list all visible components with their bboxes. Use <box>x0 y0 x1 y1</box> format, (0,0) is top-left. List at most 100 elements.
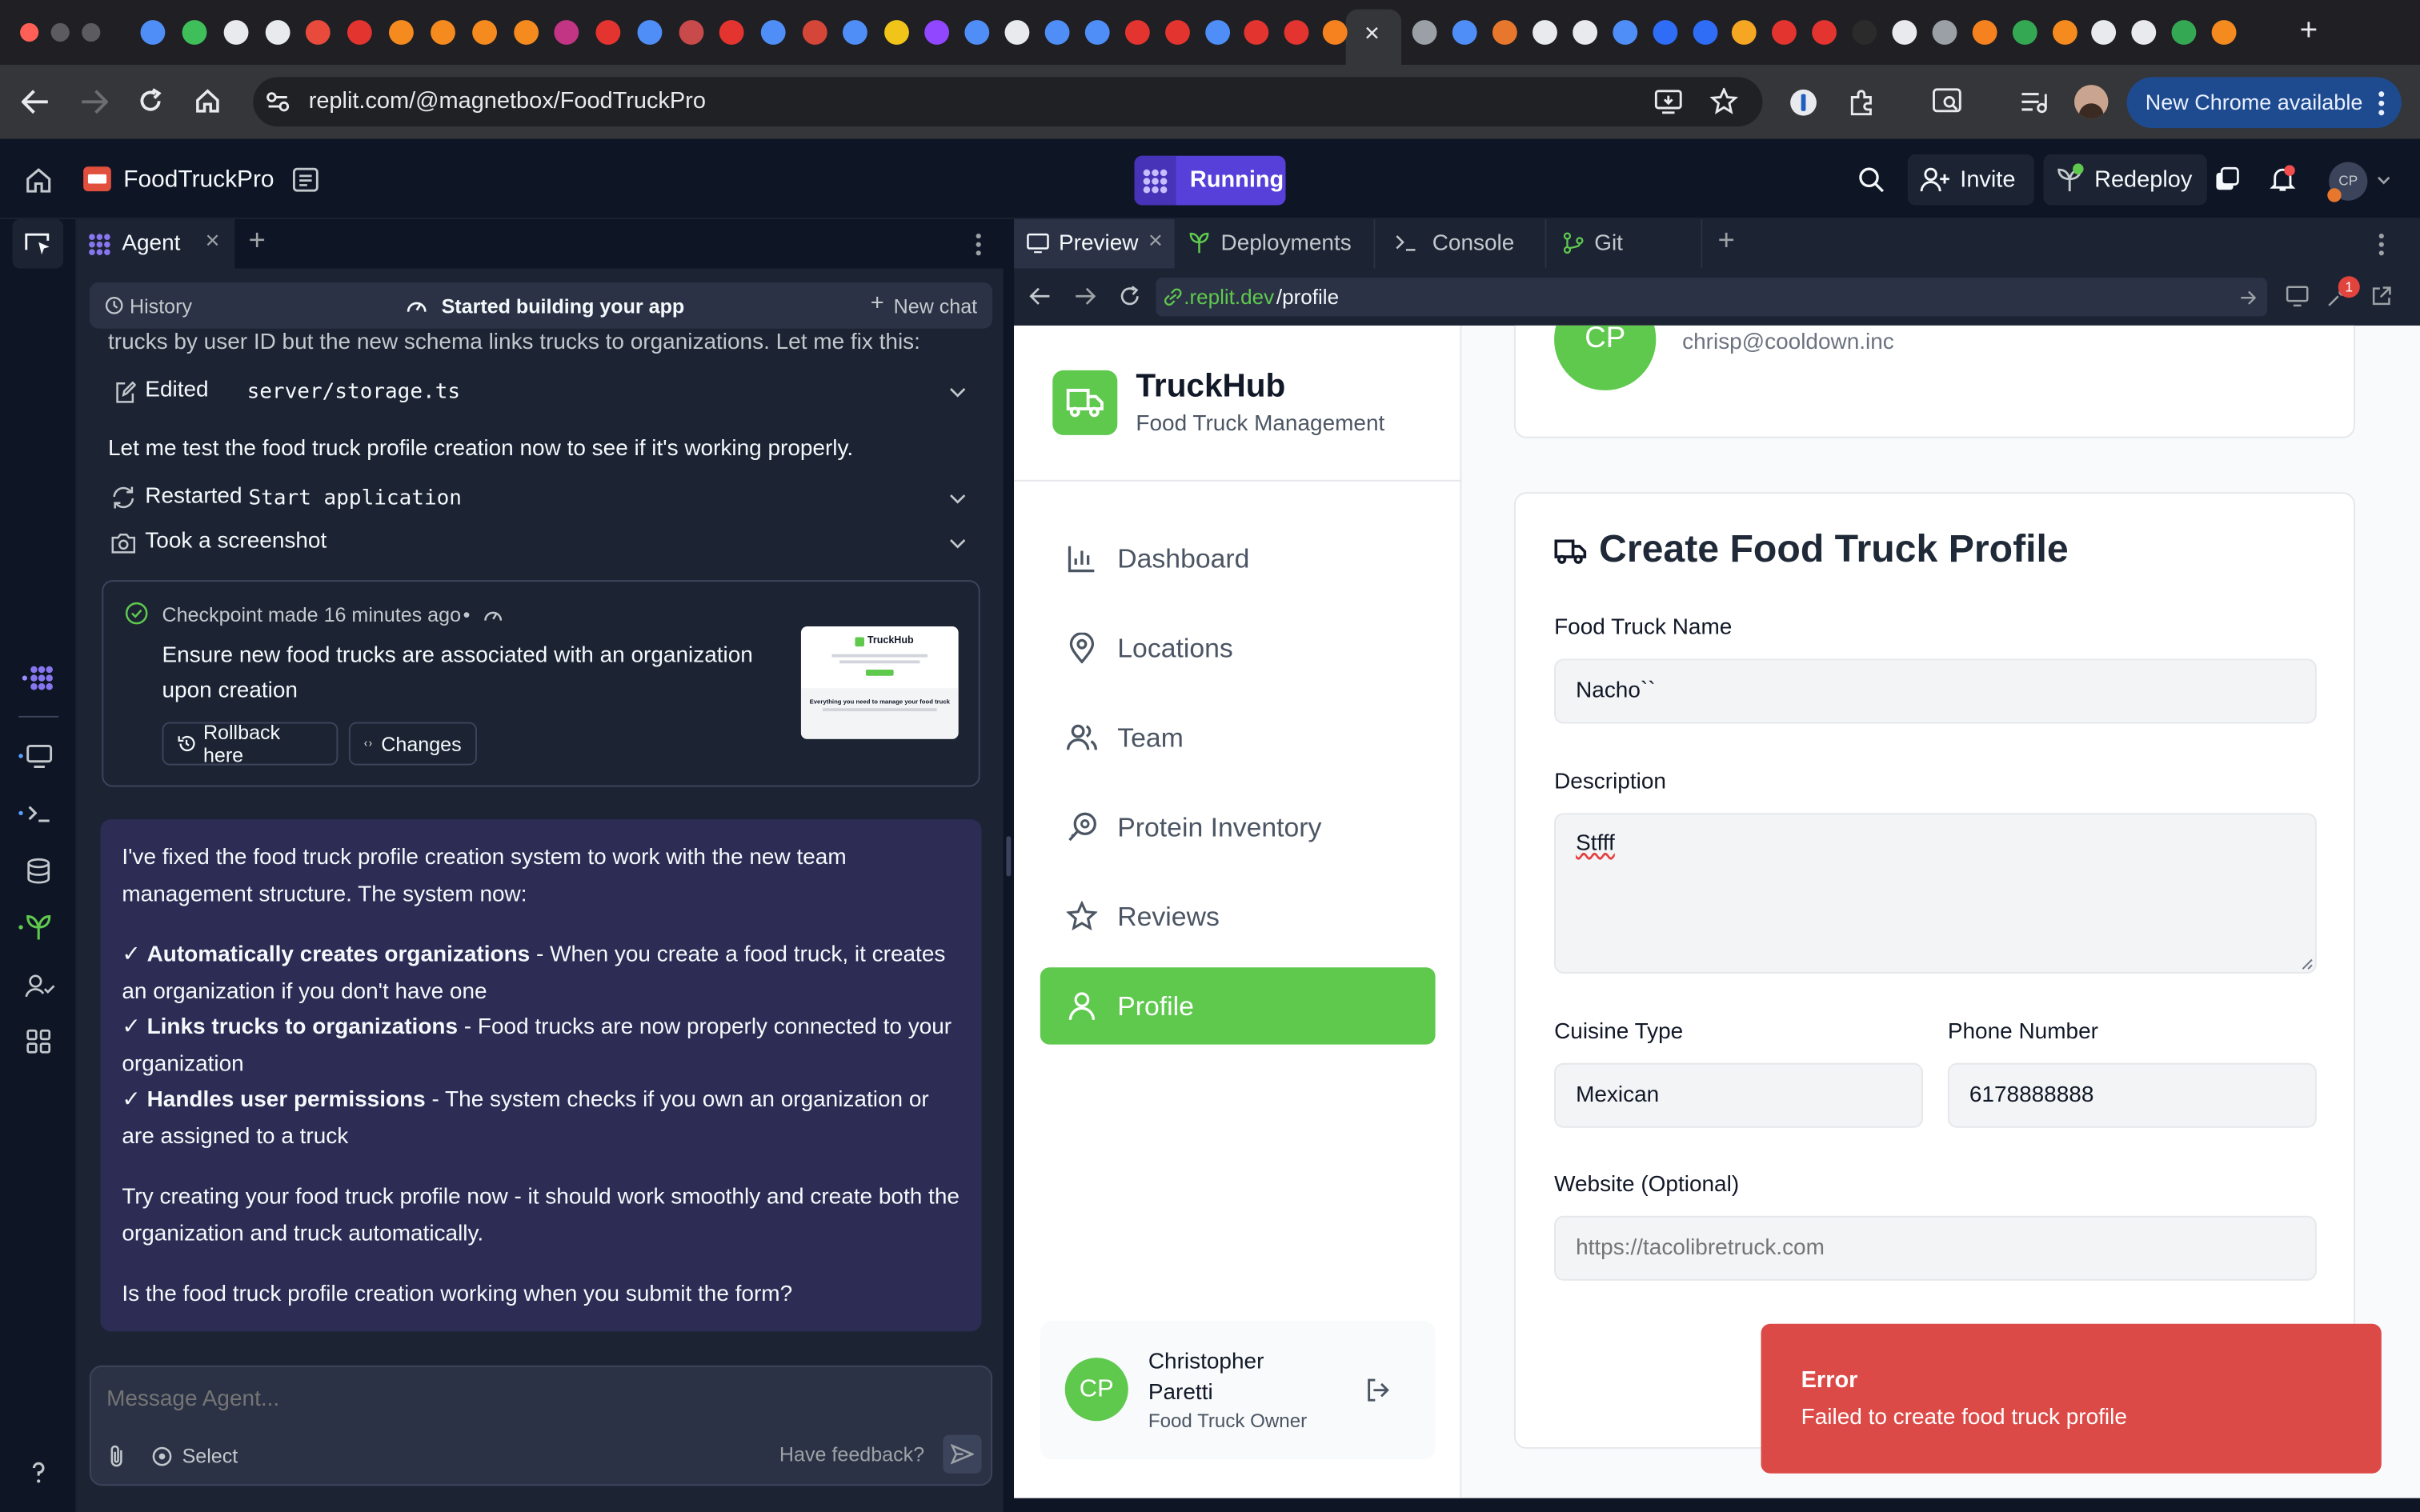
browser-tab-favicon[interactable] <box>265 20 290 45</box>
browser-tab-favicon[interactable] <box>1812 20 1837 45</box>
browser-tab-favicon[interactable] <box>554 20 579 45</box>
sidebar-item-protein-inventory[interactable]: Protein Inventory <box>1040 788 1436 865</box>
browser-tab-favicon[interactable] <box>1573 20 1598 45</box>
resize-handle-icon[interactable] <box>2301 958 2313 970</box>
browser-tab-favicon[interactable] <box>1533 20 1557 45</box>
all-tools-rail-icon[interactable] <box>26 1029 51 1054</box>
home-icon[interactable] <box>194 88 221 114</box>
attach-icon[interactable] <box>108 1444 125 1469</box>
run-status-button[interactable]: Running <box>1134 155 1286 206</box>
browser-tab-favicon[interactable] <box>1653 20 1678 45</box>
file-tree-icon[interactable] <box>291 166 319 193</box>
tab-preview[interactable]: Preview × <box>1014 218 1175 269</box>
preview-back-icon[interactable] <box>1029 287 1051 306</box>
site-info-icon[interactable] <box>266 90 290 114</box>
window-minimize-button[interactable] <box>50 22 70 42</box>
chrome-menu-icon[interactable] <box>2378 91 2385 116</box>
browser-tab-favicon[interactable] <box>637 20 663 45</box>
chevron-down-icon[interactable] <box>2377 176 2390 186</box>
deployments-rail-icon[interactable] <box>18 914 52 942</box>
browser-tab-favicon[interactable] <box>1084 20 1110 45</box>
browser-tab-favicon[interactable] <box>472 20 497 45</box>
invite-button[interactable]: Invite <box>1907 154 2034 206</box>
add-pane-tab-icon[interactable]: + <box>1717 226 1734 259</box>
console-rail-icon[interactable] <box>18 802 52 824</box>
browser-tab-favicon[interactable] <box>2131 20 2157 45</box>
new-chrome-available-button[interactable]: New Chrome available <box>2126 77 2402 129</box>
window-zoom-button[interactable] <box>82 22 101 42</box>
profile-avatar[interactable] <box>2073 85 2109 119</box>
description-textarea[interactable]: Stfff <box>1554 813 2317 974</box>
website-input[interactable] <box>1554 1215 2317 1281</box>
checkpoint-thumbnail[interactable]: TruckHub Everything you need to manage y… <box>800 626 959 739</box>
feedback-link[interactable]: Have feedback? <box>779 1442 924 1466</box>
browser-tab-favicon[interactable] <box>1244 20 1269 45</box>
address-bar[interactable]: replit.com/@magnetbox/FoodTruckPro <box>253 77 1763 127</box>
panel-resizer[interactable] <box>1003 218 1015 1512</box>
app-brand[interactable]: TruckHub <box>1136 369 1285 406</box>
browser-tab-favicon[interactable] <box>1693 20 1718 45</box>
agent-rail-icon[interactable] <box>22 665 54 691</box>
browser-tab-favicon[interactable] <box>2052 20 2077 45</box>
screenshot-row[interactable]: Took a screenshot <box>108 526 980 560</box>
browser-tab-favicon[interactable] <box>842 20 867 45</box>
close-tab-icon[interactable]: × <box>1364 18 1380 50</box>
expand-chevron-icon[interactable] <box>949 387 966 398</box>
message-input[interactable] <box>106 1382 972 1417</box>
media-controls-icon[interactable] <box>2020 90 2048 114</box>
browser-tab-favicon[interactable] <box>140 20 166 45</box>
close-preview-tab-icon[interactable]: × <box>1148 228 1163 256</box>
sidebar-item-locations[interactable]: Locations <box>1040 610 1436 686</box>
preview-url-input[interactable]: .replit.dev /profile <box>1156 278 2268 317</box>
rollback-button[interactable]: Rollback here <box>162 721 339 766</box>
sidebar-item-profile[interactable]: Profile <box>1040 967 1436 1045</box>
install-app-icon[interactable] <box>1654 90 1682 114</box>
browser-tab-favicon[interactable] <box>802 20 827 45</box>
tab-deployments[interactable]: Deployments <box>1175 218 1376 269</box>
food-truck-name-input[interactable]: Nacho`` <box>1554 658 2317 724</box>
extensions-icon[interactable] <box>1847 88 1877 118</box>
browser-tab-favicon[interactable] <box>760 20 786 45</box>
add-tab-icon[interactable]: + <box>248 226 265 259</box>
browser-tab-favicon[interactable] <box>2091 20 2117 45</box>
browser-tab-favicon[interactable] <box>223 20 249 45</box>
logout-icon[interactable] <box>1366 1378 1391 1402</box>
new-chat-button[interactable]: + New chat <box>867 282 991 329</box>
browser-tab-favicon[interactable] <box>388 20 414 45</box>
browser-tab-favicon[interactable] <box>679 20 704 45</box>
browser-tab-favicon[interactable] <box>1165 20 1190 45</box>
browser-tab-favicon[interactable] <box>1205 20 1231 45</box>
browser-tab-favicon[interactable] <box>1492 20 1517 45</box>
browser-tab-favicon[interactable] <box>884 20 909 45</box>
browser-tab-favicon[interactable] <box>1452 20 1477 45</box>
browser-tab-favicon[interactable] <box>2211 20 2237 45</box>
new-tab-icon[interactable]: + <box>2300 14 2318 49</box>
browser-tab-favicon[interactable] <box>1972 20 1997 45</box>
select-element-button[interactable]: Select <box>151 1441 250 1472</box>
replit-home-icon[interactable] <box>25 166 53 193</box>
browser-tab-favicon[interactable] <box>1284 20 1309 45</box>
expand-chevron-icon[interactable] <box>949 494 966 505</box>
browser-tab-favicon[interactable] <box>595 20 621 45</box>
password-manager-icon[interactable] <box>1789 88 1818 118</box>
browser-tab-favicon[interactable] <box>1322 20 1348 45</box>
browser-tab-favicon[interactable] <box>1932 20 1957 45</box>
browser-tab-favicon[interactable] <box>964 20 990 45</box>
browser-tab-favicon[interactable] <box>1124 20 1150 45</box>
tab-git[interactable]: Git <box>1548 218 1703 269</box>
browser-tab-favicon[interactable] <box>514 20 539 45</box>
pane-menu-icon[interactable] <box>2378 233 2385 256</box>
edited-file-row[interactable]: Edited server/storage.ts <box>108 375 980 409</box>
preview-rail-icon[interactable] <box>18 744 53 769</box>
changes-button[interactable]: Changes <box>348 722 477 766</box>
active-browser-tab[interactable]: × <box>1345 9 1402 65</box>
browser-tab-favicon[interactable] <box>719 20 744 45</box>
sidebar-item-reviews[interactable]: Reviews <box>1040 878 1436 954</box>
tab-console[interactable]: Console <box>1376 218 1547 269</box>
preview-reload-icon[interactable] <box>1119 286 1140 307</box>
users-rail-icon[interactable] <box>25 974 56 998</box>
browser-tab-favicon[interactable] <box>1412 20 1437 45</box>
screens-icon[interactable] <box>2214 166 2239 191</box>
browser-tab-favicon[interactable] <box>2171 20 2197 45</box>
go-arrow-icon[interactable] <box>2239 290 2257 306</box>
